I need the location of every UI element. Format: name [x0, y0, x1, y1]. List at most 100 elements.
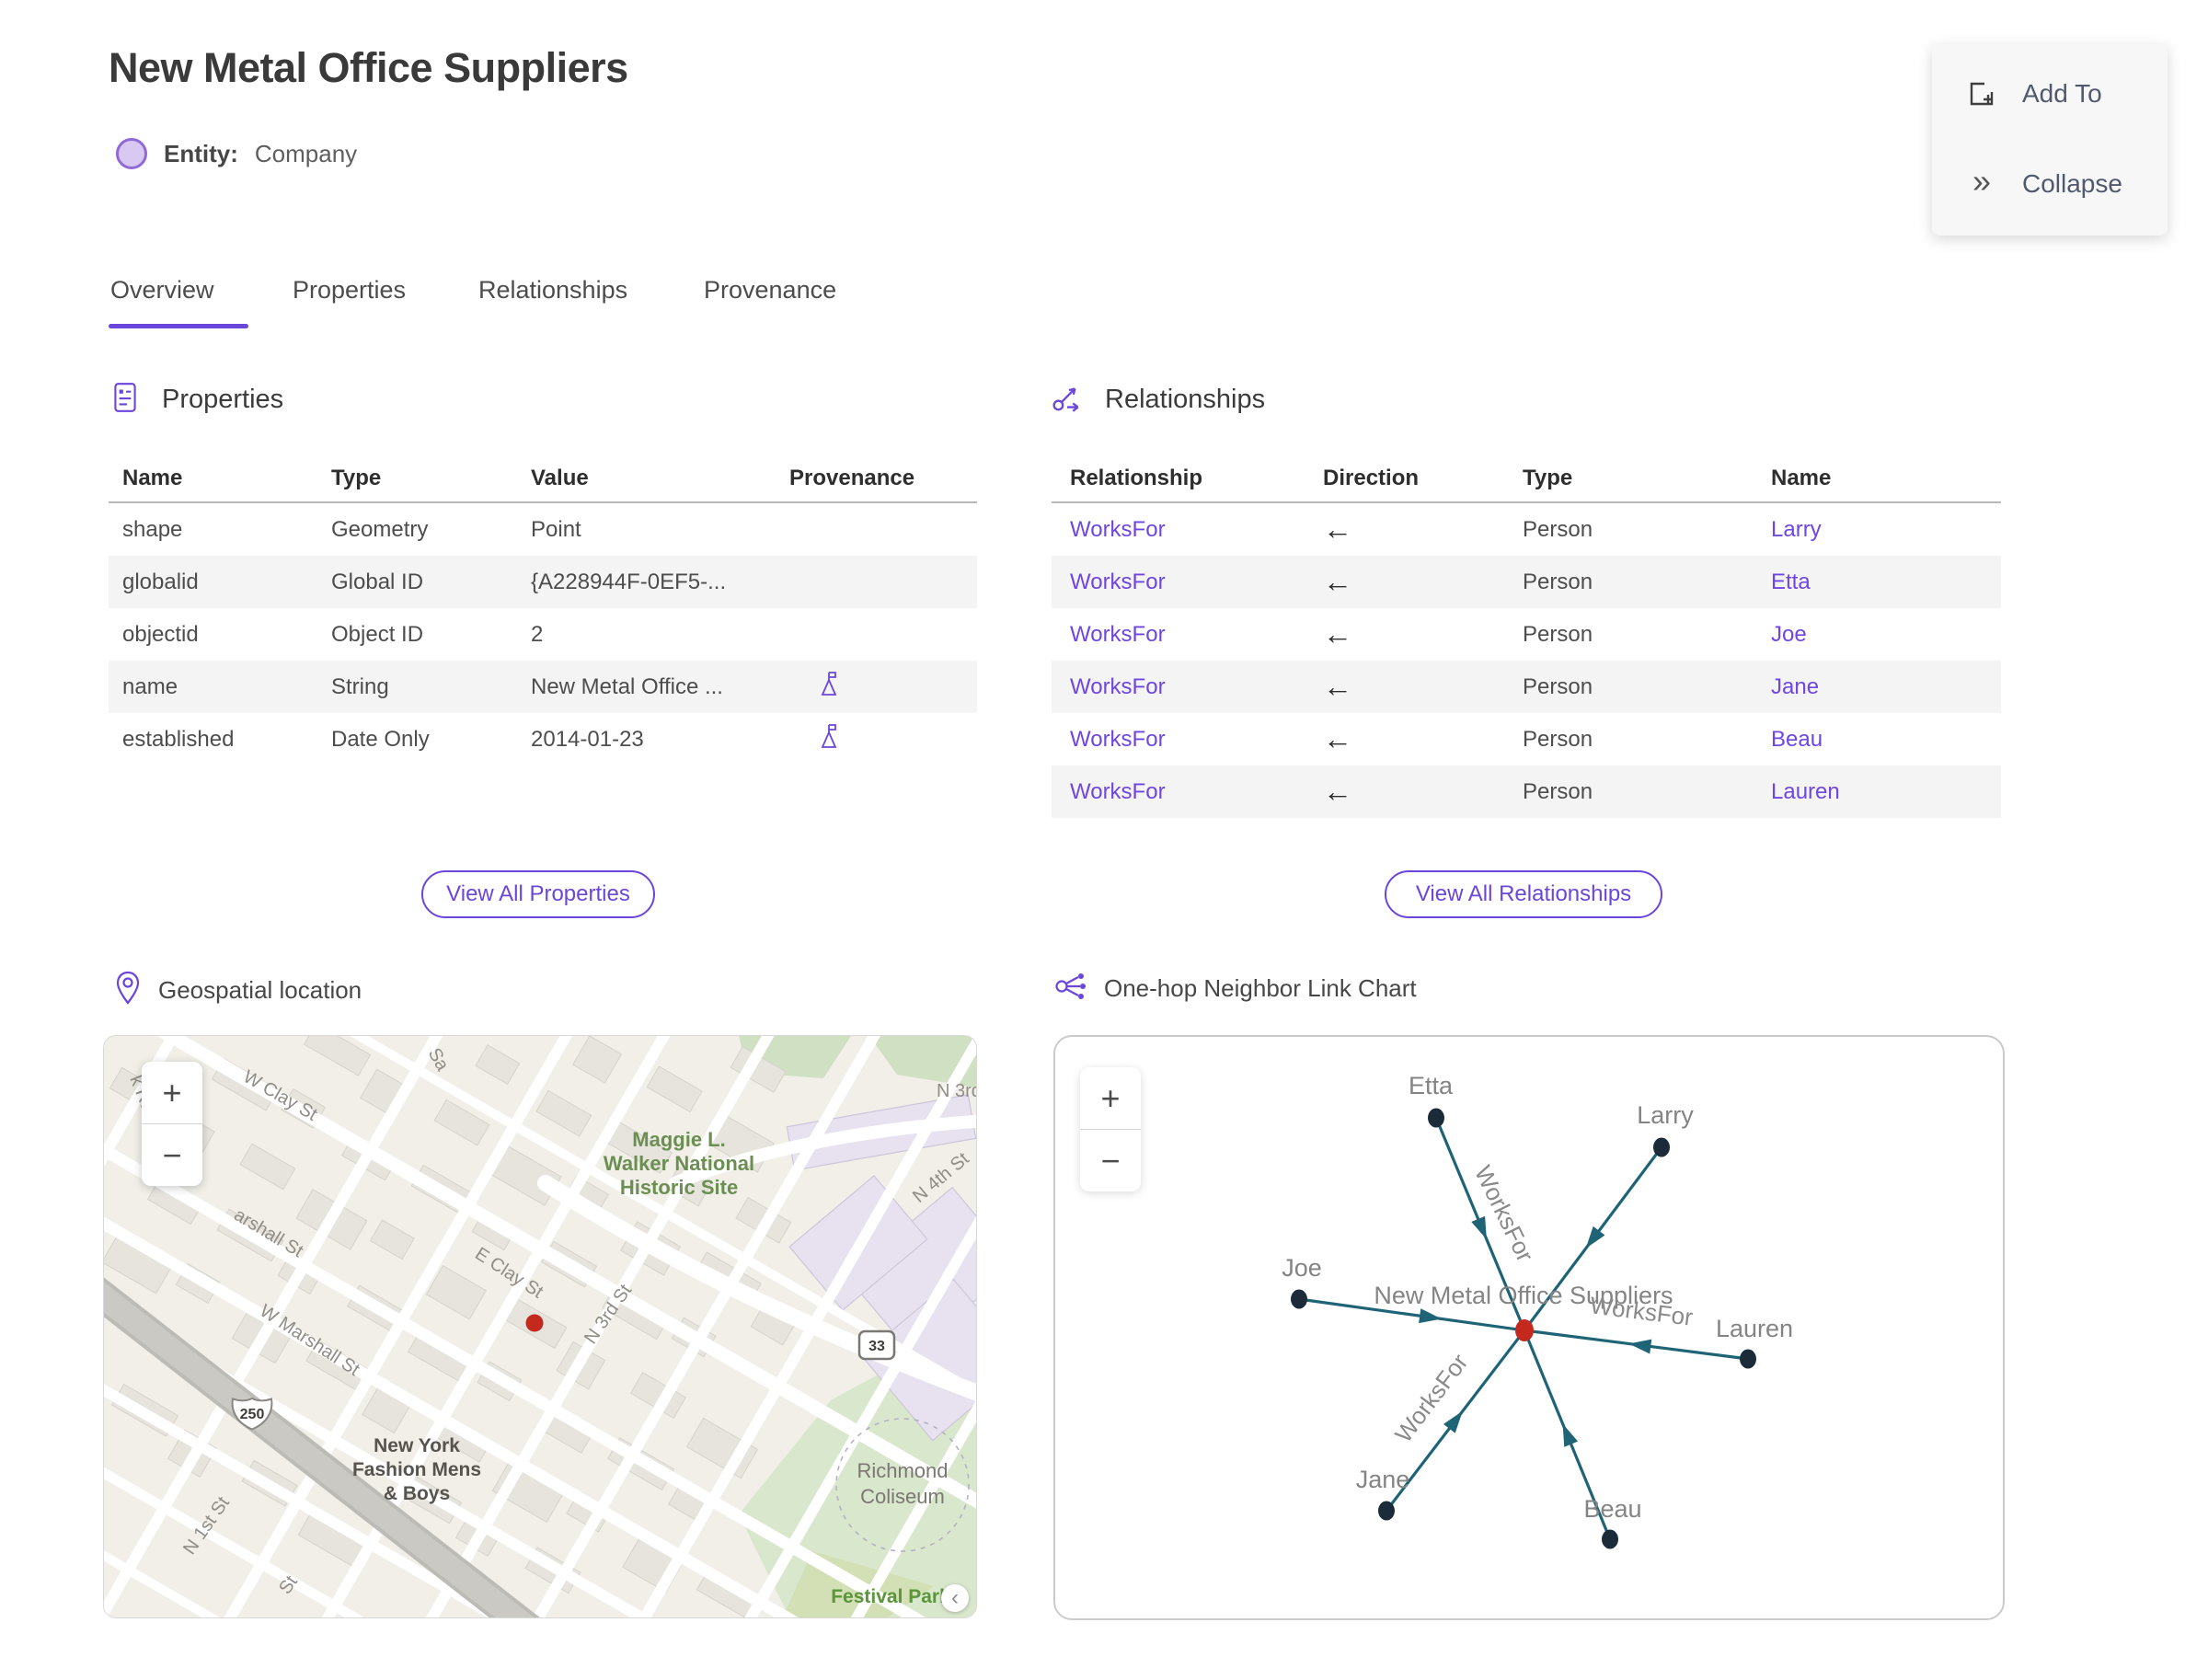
edge-label: WorksFor — [1469, 1161, 1539, 1266]
tab-provenance[interactable]: Provenance — [704, 276, 836, 305]
graph-node[interactable] — [1291, 1289, 1307, 1309]
table-row: WorksFor ← Person Beau — [1052, 713, 2001, 765]
related-entity-type: Person — [1523, 516, 1593, 542]
related-entity-link[interactable]: Beau — [1771, 727, 1823, 752]
edge-arrowhead — [1562, 1423, 1579, 1447]
relationship-link[interactable]: WorksFor — [1070, 570, 1166, 594]
table-row: WorksFor ← Person Lauren — [1052, 765, 2001, 818]
graph-node-label: Beau — [1583, 1495, 1641, 1523]
graph-node[interactable] — [1428, 1108, 1444, 1128]
related-entity-type: Person — [1523, 673, 1593, 699]
entity-type-value: Company — [254, 139, 358, 167]
table-row: objectid Object ID 2 — [109, 608, 977, 661]
relationship-link[interactable]: WorksFor — [1070, 779, 1166, 804]
relationships-section-header: Relationships — [1052, 381, 1265, 419]
relationship-link[interactable]: WorksFor — [1070, 674, 1166, 699]
prop-value: Point — [531, 516, 581, 542]
related-entity-link[interactable]: Joe — [1771, 622, 1807, 647]
map-zoom-in-button[interactable]: + — [142, 1062, 202, 1123]
entity-badge: Entity: Company — [116, 138, 357, 169]
prop-name: shape — [122, 516, 183, 542]
table-row: WorksFor ← Person Larry — [1052, 503, 2001, 556]
one-hop-icon — [1052, 970, 1087, 1007]
related-entity-type: Person — [1523, 726, 1593, 752]
relationship-link[interactable]: WorksFor — [1070, 727, 1166, 752]
view-all-relationships-button[interactable]: View All Relationships — [1385, 870, 1662, 918]
relationship-link[interactable]: WorksFor — [1070, 622, 1166, 647]
prop-value: 2 — [531, 621, 544, 647]
collapse-button[interactable]: » Collapse — [1965, 165, 2122, 199]
link-chart-section-title: One-hop Neighbor Link Chart — [1104, 974, 1417, 1002]
edge-label: WorksFor — [1389, 1348, 1474, 1447]
column-header-type: Type — [331, 466, 382, 490]
collapse-label: Collapse — [2022, 169, 2122, 198]
prop-type: Object ID — [331, 621, 424, 647]
map-zoom-out-button[interactable]: − — [142, 1123, 202, 1186]
direction-arrow: ← — [1323, 565, 1352, 598]
map-location-marker — [525, 1314, 544, 1332]
actions-card: Add To » Collapse — [1932, 44, 2168, 236]
link-chart-canvas: EttaLarryJoeLaurenJaneBeauNew Metal Offi… — [1282, 1072, 1793, 1549]
relationships-icon — [1052, 381, 1085, 419]
table-row: shape Geometry Point — [109, 503, 977, 556]
route-shield-33: 33 — [857, 1329, 896, 1361]
column-header-type: Type — [1523, 466, 1573, 490]
prop-name: name — [122, 673, 178, 699]
graph-node[interactable] — [1602, 1529, 1618, 1549]
graph-node[interactable] — [1740, 1349, 1756, 1369]
tab-overview[interactable]: Overview — [110, 276, 214, 305]
table-row: established Date Only 2014-01-23 — [109, 713, 977, 765]
geospatial-section-title: Geospatial location — [158, 976, 362, 1004]
graph-node[interactable] — [1653, 1137, 1670, 1157]
tab-relationships[interactable]: Relationships — [478, 276, 627, 305]
graph-center-node[interactable] — [1515, 1319, 1534, 1341]
prop-name: established — [122, 726, 235, 752]
map[interactable]: 25033k RdW Clay StSaarshall StW Marshall… — [103, 1035, 977, 1618]
add-to-icon — [1965, 77, 1998, 110]
view-all-properties-button[interactable]: View All Properties — [421, 870, 655, 918]
relationships-section-title: Relationships — [1105, 385, 1266, 414]
prop-type: Global ID — [331, 569, 424, 594]
column-header-provenance: Provenance — [789, 466, 915, 490]
related-entity-type: Person — [1523, 569, 1593, 594]
column-header-direction: Direction — [1323, 466, 1420, 490]
table-row: WorksFor ← Person Jane — [1052, 661, 2001, 713]
graph-node[interactable] — [1378, 1501, 1395, 1521]
poi-label: Festival Park — [831, 1586, 950, 1607]
prop-type: Date Only — [331, 726, 430, 752]
add-to-button[interactable]: Add To — [1965, 77, 2102, 110]
properties-table-header: Name Type Value Provenance — [109, 455, 977, 503]
geospatial-section-header: Geospatial location — [114, 970, 362, 1011]
related-entity-link[interactable]: Lauren — [1771, 779, 1840, 804]
svg-text:33: 33 — [868, 1339, 885, 1354]
relationships-table: Relationship Direction Type Name WorksFor ← P… — [1052, 455, 2001, 818]
column-header-name: Name — [1771, 466, 1832, 490]
tab-properties[interactable]: Properties — [293, 276, 406, 305]
street-label: N 3rd St — [937, 1081, 976, 1101]
column-header-name: Name — [122, 466, 183, 490]
prop-name: globalid — [122, 569, 199, 594]
prop-value: {A228944F-0EF5-... — [531, 569, 727, 594]
related-entity-type: Person — [1523, 621, 1593, 647]
entity-label: Entity: — [164, 139, 238, 167]
graph-node-label: Larry — [1637, 1101, 1694, 1129]
related-entity-link[interactable]: Jane — [1771, 674, 1819, 699]
prop-name: objectid — [122, 621, 199, 647]
provenance-flag-icon[interactable] — [817, 672, 842, 703]
link-chart-zoom-in-button[interactable]: + — [1080, 1067, 1141, 1129]
map-attribution-toggle[interactable]: ‹ — [941, 1584, 969, 1612]
column-header-relationship: Relationship — [1070, 466, 1203, 490]
provenance-flag-icon[interactable] — [817, 724, 842, 755]
properties-section-title: Properties — [162, 385, 284, 414]
map-zoom-control: + − — [142, 1062, 202, 1186]
relationship-link[interactable]: WorksFor — [1070, 517, 1166, 542]
entity-type-icon — [116, 138, 147, 169]
related-entity-link[interactable]: Etta — [1771, 570, 1811, 594]
link-chart-zoom-out-button[interactable]: − — [1080, 1129, 1141, 1191]
related-entity-link[interactable]: Larry — [1771, 517, 1822, 542]
link-chart[interactable]: Etta Larry Joe Lauren Jane Beau New Metal Offi… — [1053, 1035, 2005, 1620]
link-chart-section-header: One-hop Neighbor Link Chart — [1052, 970, 1417, 1007]
edge-label: WorksFor — [1589, 1291, 1695, 1330]
direction-arrow: ← — [1323, 670, 1352, 703]
svg-text:250: 250 — [240, 1407, 265, 1422]
